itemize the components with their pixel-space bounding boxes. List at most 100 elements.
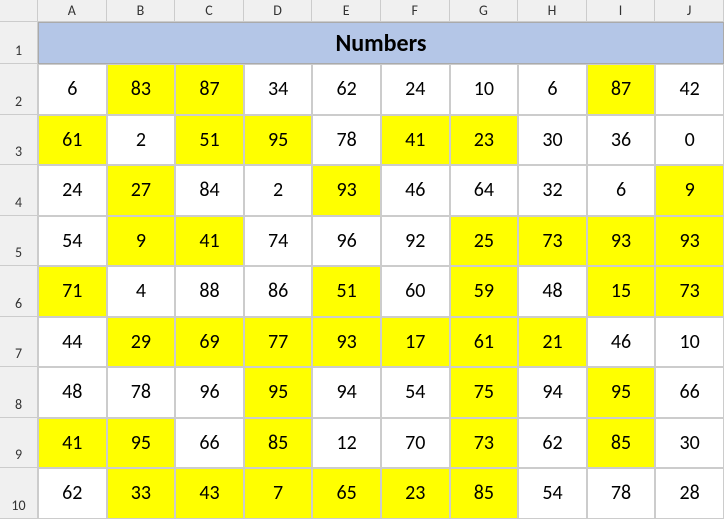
cell-G2[interactable]: 10 bbox=[450, 64, 519, 115]
cell-D6[interactable]: 86 bbox=[244, 266, 313, 317]
column-header-F[interactable]: F bbox=[381, 0, 450, 22]
cell-B6[interactable]: 4 bbox=[107, 266, 176, 317]
cell-I8[interactable]: 95 bbox=[587, 367, 656, 418]
cell-E6[interactable]: 51 bbox=[312, 266, 381, 317]
cell-A4[interactable]: 24 bbox=[38, 165, 107, 216]
cell-B5[interactable]: 9 bbox=[107, 216, 176, 267]
cell-H6[interactable]: 48 bbox=[518, 266, 587, 317]
cell-F6[interactable]: 60 bbox=[381, 266, 450, 317]
cell-G9[interactable]: 73 bbox=[450, 418, 519, 469]
cell-D7[interactable]: 77 bbox=[244, 317, 313, 368]
cell-I5[interactable]: 93 bbox=[587, 216, 656, 267]
column-header-I[interactable]: I bbox=[587, 0, 656, 22]
cell-A5[interactable]: 54 bbox=[38, 216, 107, 267]
column-header-D[interactable]: D bbox=[244, 0, 313, 22]
cell-J6[interactable]: 73 bbox=[655, 266, 724, 317]
cell-A6[interactable]: 71 bbox=[38, 266, 107, 317]
cell-E5[interactable]: 96 bbox=[312, 216, 381, 267]
cell-I6[interactable]: 15 bbox=[587, 266, 656, 317]
cell-C5[interactable]: 41 bbox=[175, 216, 244, 267]
cell-J2[interactable]: 42 bbox=[655, 64, 724, 115]
cell-E2[interactable]: 62 bbox=[312, 64, 381, 115]
cell-A2[interactable]: 6 bbox=[38, 64, 107, 115]
cell-I4[interactable]: 6 bbox=[587, 165, 656, 216]
cell-I3[interactable]: 36 bbox=[587, 115, 656, 166]
cell-J7[interactable]: 10 bbox=[655, 317, 724, 368]
cell-H5[interactable]: 73 bbox=[518, 216, 587, 267]
column-header-B[interactable]: B bbox=[107, 0, 176, 22]
cell-G6[interactable]: 59 bbox=[450, 266, 519, 317]
cell-A3[interactable]: 61 bbox=[38, 115, 107, 166]
cell-J8[interactable]: 66 bbox=[655, 367, 724, 418]
cell-J4[interactable]: 9 bbox=[655, 165, 724, 216]
cell-E10[interactable]: 65 bbox=[312, 468, 381, 519]
cell-F5[interactable]: 92 bbox=[381, 216, 450, 267]
cell-E7[interactable]: 93 bbox=[312, 317, 381, 368]
cell-C4[interactable]: 84 bbox=[175, 165, 244, 216]
cell-H2[interactable]: 6 bbox=[518, 64, 587, 115]
cell-I10[interactable]: 78 bbox=[587, 468, 656, 519]
cell-A9[interactable]: 41 bbox=[38, 418, 107, 469]
cell-I7[interactable]: 46 bbox=[587, 317, 656, 368]
cell-F10[interactable]: 23 bbox=[381, 468, 450, 519]
cell-D4[interactable]: 2 bbox=[244, 165, 313, 216]
title-cell[interactable]: Numbers bbox=[38, 22, 724, 64]
cell-H8[interactable]: 94 bbox=[518, 367, 587, 418]
cell-E4[interactable]: 93 bbox=[312, 165, 381, 216]
cell-G7[interactable]: 61 bbox=[450, 317, 519, 368]
cell-C2[interactable]: 87 bbox=[175, 64, 244, 115]
cell-J3[interactable]: 0 bbox=[655, 115, 724, 166]
row-header-6[interactable]: 6 bbox=[0, 266, 38, 317]
cell-G10[interactable]: 85 bbox=[450, 468, 519, 519]
cell-G8[interactable]: 75 bbox=[450, 367, 519, 418]
cell-F8[interactable]: 54 bbox=[381, 367, 450, 418]
cell-G4[interactable]: 64 bbox=[450, 165, 519, 216]
cell-A7[interactable]: 44 bbox=[38, 317, 107, 368]
row-header-4[interactable]: 4 bbox=[0, 165, 38, 216]
row-header-9[interactable]: 9 bbox=[0, 418, 38, 469]
cell-H4[interactable]: 32 bbox=[518, 165, 587, 216]
cell-B8[interactable]: 78 bbox=[107, 367, 176, 418]
cell-G3[interactable]: 23 bbox=[450, 115, 519, 166]
row-header-7[interactable]: 7 bbox=[0, 317, 38, 368]
cell-I9[interactable]: 85 bbox=[587, 418, 656, 469]
cell-B3[interactable]: 2 bbox=[107, 115, 176, 166]
column-header-A[interactable]: A bbox=[38, 0, 107, 22]
column-header-G[interactable]: G bbox=[450, 0, 519, 22]
cell-I2[interactable]: 87 bbox=[587, 64, 656, 115]
cell-J10[interactable]: 28 bbox=[655, 468, 724, 519]
column-header-H[interactable]: H bbox=[518, 0, 587, 22]
row-header-2[interactable]: 2 bbox=[0, 64, 38, 115]
cell-D5[interactable]: 74 bbox=[244, 216, 313, 267]
cell-C7[interactable]: 69 bbox=[175, 317, 244, 368]
cell-H9[interactable]: 62 bbox=[518, 418, 587, 469]
row-header-5[interactable]: 5 bbox=[0, 216, 38, 267]
cell-D8[interactable]: 95 bbox=[244, 367, 313, 418]
cell-A10[interactable]: 62 bbox=[38, 468, 107, 519]
cell-D10[interactable]: 7 bbox=[244, 468, 313, 519]
cell-H3[interactable]: 30 bbox=[518, 115, 587, 166]
cell-B7[interactable]: 29 bbox=[107, 317, 176, 368]
column-header-J[interactable]: J bbox=[655, 0, 724, 22]
cell-F7[interactable]: 17 bbox=[381, 317, 450, 368]
column-header-E[interactable]: E bbox=[312, 0, 381, 22]
cell-C9[interactable]: 66 bbox=[175, 418, 244, 469]
cell-C6[interactable]: 88 bbox=[175, 266, 244, 317]
row-header-1[interactable]: 1 bbox=[0, 22, 38, 64]
cell-F2[interactable]: 24 bbox=[381, 64, 450, 115]
cell-G5[interactable]: 25 bbox=[450, 216, 519, 267]
cell-D2[interactable]: 34 bbox=[244, 64, 313, 115]
cell-C3[interactable]: 51 bbox=[175, 115, 244, 166]
cell-B10[interactable]: 33 bbox=[107, 468, 176, 519]
cell-F3[interactable]: 41 bbox=[381, 115, 450, 166]
cell-D9[interactable]: 85 bbox=[244, 418, 313, 469]
column-header-C[interactable]: C bbox=[175, 0, 244, 22]
cell-B9[interactable]: 95 bbox=[107, 418, 176, 469]
row-header-3[interactable]: 3 bbox=[0, 115, 38, 166]
cell-J9[interactable]: 30 bbox=[655, 418, 724, 469]
cell-E3[interactable]: 78 bbox=[312, 115, 381, 166]
cell-E9[interactable]: 12 bbox=[312, 418, 381, 469]
row-header-10[interactable]: 10 bbox=[0, 468, 38, 519]
row-header-8[interactable]: 8 bbox=[0, 367, 38, 418]
cell-F4[interactable]: 46 bbox=[381, 165, 450, 216]
